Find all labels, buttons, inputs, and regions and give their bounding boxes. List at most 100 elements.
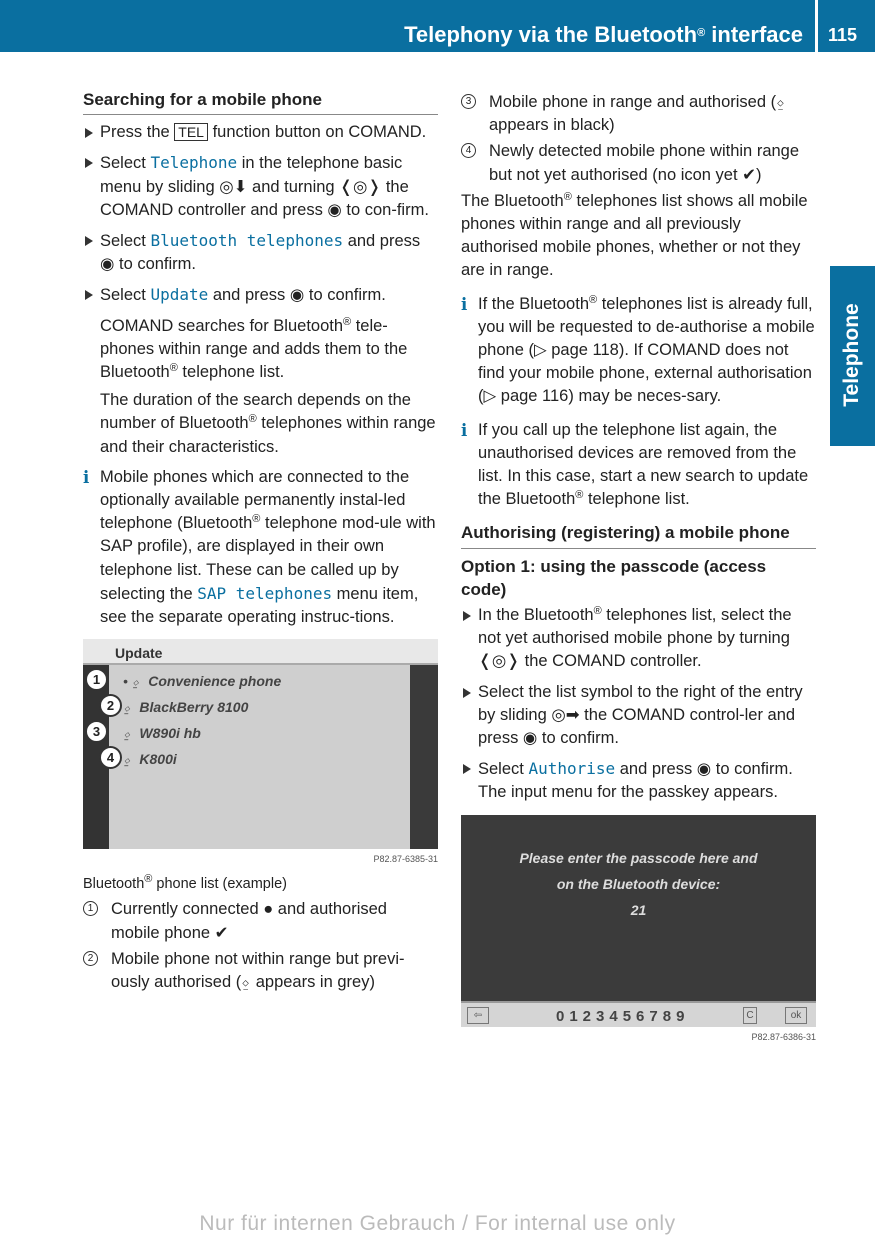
page-header: Telephony via the Bluetooth® interface 1… [0, 0, 875, 52]
registered-mark: ® [697, 27, 706, 39]
text: If the Bluetooth [478, 294, 589, 313]
text: Press the [100, 123, 175, 142]
page-number: 115 [828, 25, 858, 45]
phone-name: K800i [139, 751, 177, 768]
instruction-step: Select the list symbol to the right of t… [461, 681, 816, 751]
legend-number: 4 [461, 143, 476, 159]
text: Authorising (registering) a mobile phone [461, 523, 790, 543]
instruction-step: Select Bluetooth telephones and press ◉ … [83, 229, 438, 276]
legend-item: 2 Mobile phone not within range but previ… [83, 948, 438, 994]
chapter-tab-label: Telephone [840, 303, 863, 407]
title-bar: Update [83, 639, 438, 666]
text: COMAND searches for Bluetooth [100, 316, 344, 335]
figure-passcode-entry: Please enter the passcode here and on the… [461, 814, 816, 1043]
info-note: i Mobile phones which are connected to th… [83, 466, 438, 629]
callout-4: 4 [99, 746, 122, 770]
registered-mark: ® [343, 315, 352, 328]
info-icon: i [83, 467, 90, 487]
figure-id: P82.87-6385-31 [373, 854, 438, 865]
passcode-prompt-line2: on the Bluetooth device: [556, 875, 721, 892]
menu-item-name: Update [150, 285, 209, 305]
passcode-prompt-code: 21 [630, 901, 647, 918]
legend-item: 1 Currently connected ● and authorised mo… [83, 898, 438, 944]
screen-title: Update [115, 645, 163, 662]
text: Select [100, 286, 151, 305]
text: In the Bluetooth [478, 606, 594, 625]
phone-name: W890i hb [139, 725, 201, 742]
info-note: i If you call up the telephone list again… [461, 419, 816, 512]
text: Mobile phone in range and authorised (⍚ … [489, 93, 787, 135]
phone-name: Convenience phone [148, 673, 282, 690]
section-title-text: Telephony via the Bluetooth [404, 22, 698, 47]
phone-list-row: ⍚ K800i [123, 748, 177, 771]
paragraph: COMAND searches for Bluetooth® tele-phon… [83, 315, 438, 385]
text: Mobile phone not within range but previ-… [111, 949, 405, 992]
digit-keyboard: ⇦ 0123456789 Cok [461, 1000, 816, 1028]
text: function button on COMAND. [207, 123, 427, 142]
right-sidebar [410, 639, 438, 850]
instruction-step: Select Authorise and press ◉ to confirm.… [461, 757, 816, 804]
menu-item-name: SAP telephones [197, 583, 333, 603]
legend-item: 3 Mobile phone in range and authorised (⍚… [461, 91, 816, 137]
digit-keys[interactable]: 0123456789 [556, 1005, 689, 1028]
info-note: i If the Bluetooth® telephones list is al… [461, 293, 816, 409]
phone-list-row: • ⍚ Convenience phone [123, 670, 281, 693]
screen: Update • ⍚ Convenience phone 1 ⍚ BlackBerry 8… [83, 639, 438, 850]
paragraph: The Bluetooth® telephones list shows all… [461, 190, 816, 283]
text: Select [478, 760, 529, 779]
registered-mark: ® [248, 413, 257, 426]
registered-mark: ® [563, 190, 572, 203]
section-heading: Searching for a mobile phone [83, 88, 438, 116]
legend-number: 3 [461, 94, 476, 109]
screen: Please enter the passcode here and on the… [461, 814, 816, 1028]
phone-status-icon: • ⍚ [123, 673, 141, 690]
text: telephone list. [177, 363, 285, 382]
ok-button[interactable]: ok [785, 1006, 807, 1024]
info-icon: i [461, 420, 468, 440]
text: Select [100, 154, 151, 173]
legend-number: 2 [83, 950, 98, 966]
registered-mark: ® [589, 293, 598, 306]
phone-status-icon: ⍚ [123, 725, 132, 742]
back-button[interactable]: ⇦ [467, 1006, 489, 1024]
text: Searching for a mobile phone [83, 90, 322, 109]
chapter-tab: Telephone [830, 266, 875, 446]
menu-item-name: Bluetooth telephones [150, 231, 344, 251]
clear-button[interactable]: C [743, 1006, 757, 1024]
phone-status-icon: ⍚ [123, 751, 132, 768]
phone-status-icon: ⍚ [123, 699, 132, 716]
info-icon: i [461, 294, 468, 314]
registered-mark: ® [169, 362, 178, 375]
text: and press ◉ to confirm. [208, 286, 386, 305]
phone-list-row: ⍚ W890i hb [123, 722, 201, 745]
phone-name: BlackBerry 8100 [139, 699, 249, 716]
instruction-step: Press the TEL function button on COMAND. [83, 121, 438, 144]
text: Bluetooth [83, 876, 145, 893]
watermark: Nur für internen Gebrauch / For internal… [199, 1212, 676, 1235]
menu-item-name: Authorise [528, 759, 616, 779]
text: Select [100, 232, 151, 251]
legend-number: 1 [83, 901, 98, 917]
text: Select the list symbol to the right of t… [478, 682, 803, 748]
instruction-step: Select Telephone in the telephone basic … [83, 151, 438, 222]
right-column: 3 Mobile phone in range and authorised (⍚… [461, 91, 816, 1047]
legend-item: 4 Newly detected mobile phone within rang… [461, 140, 816, 186]
phone-list-row: ⍚ BlackBerry 8100 [123, 696, 248, 719]
text: Option 1: using the passcode (access cod… [461, 556, 767, 599]
figure-caption: Bluetooth® phone list (example) [83, 873, 438, 896]
menu-item-name: Telephone [150, 153, 238, 173]
figure-phone-list: Update • ⍚ Convenience phone 1 ⍚ BlackBerry 8… [83, 639, 438, 865]
paragraph: The duration of the search depends on th… [83, 389, 438, 459]
instruction-step: In the Bluetooth® telephones list, selec… [461, 604, 816, 674]
section-title: Telephony via the Bluetooth® interface [404, 21, 803, 49]
function-key: TEL [174, 123, 208, 142]
registered-mark: ® [593, 605, 602, 618]
text: Newly detected mobile phone within range… [489, 142, 800, 184]
passcode-prompt-line1: Please enter the passcode here and [519, 849, 758, 866]
text: Currently connected ● and authorised mob… [111, 900, 387, 942]
section-heading: Authorising (registering) a mobile phone [461, 521, 816, 549]
figure-id: P82.87-6386-31 [751, 1031, 816, 1042]
instruction-step: Select Update and press ◉ to confirm. [83, 283, 438, 307]
callout-2: 2 [99, 694, 122, 718]
section-title-end: interface [705, 22, 803, 47]
